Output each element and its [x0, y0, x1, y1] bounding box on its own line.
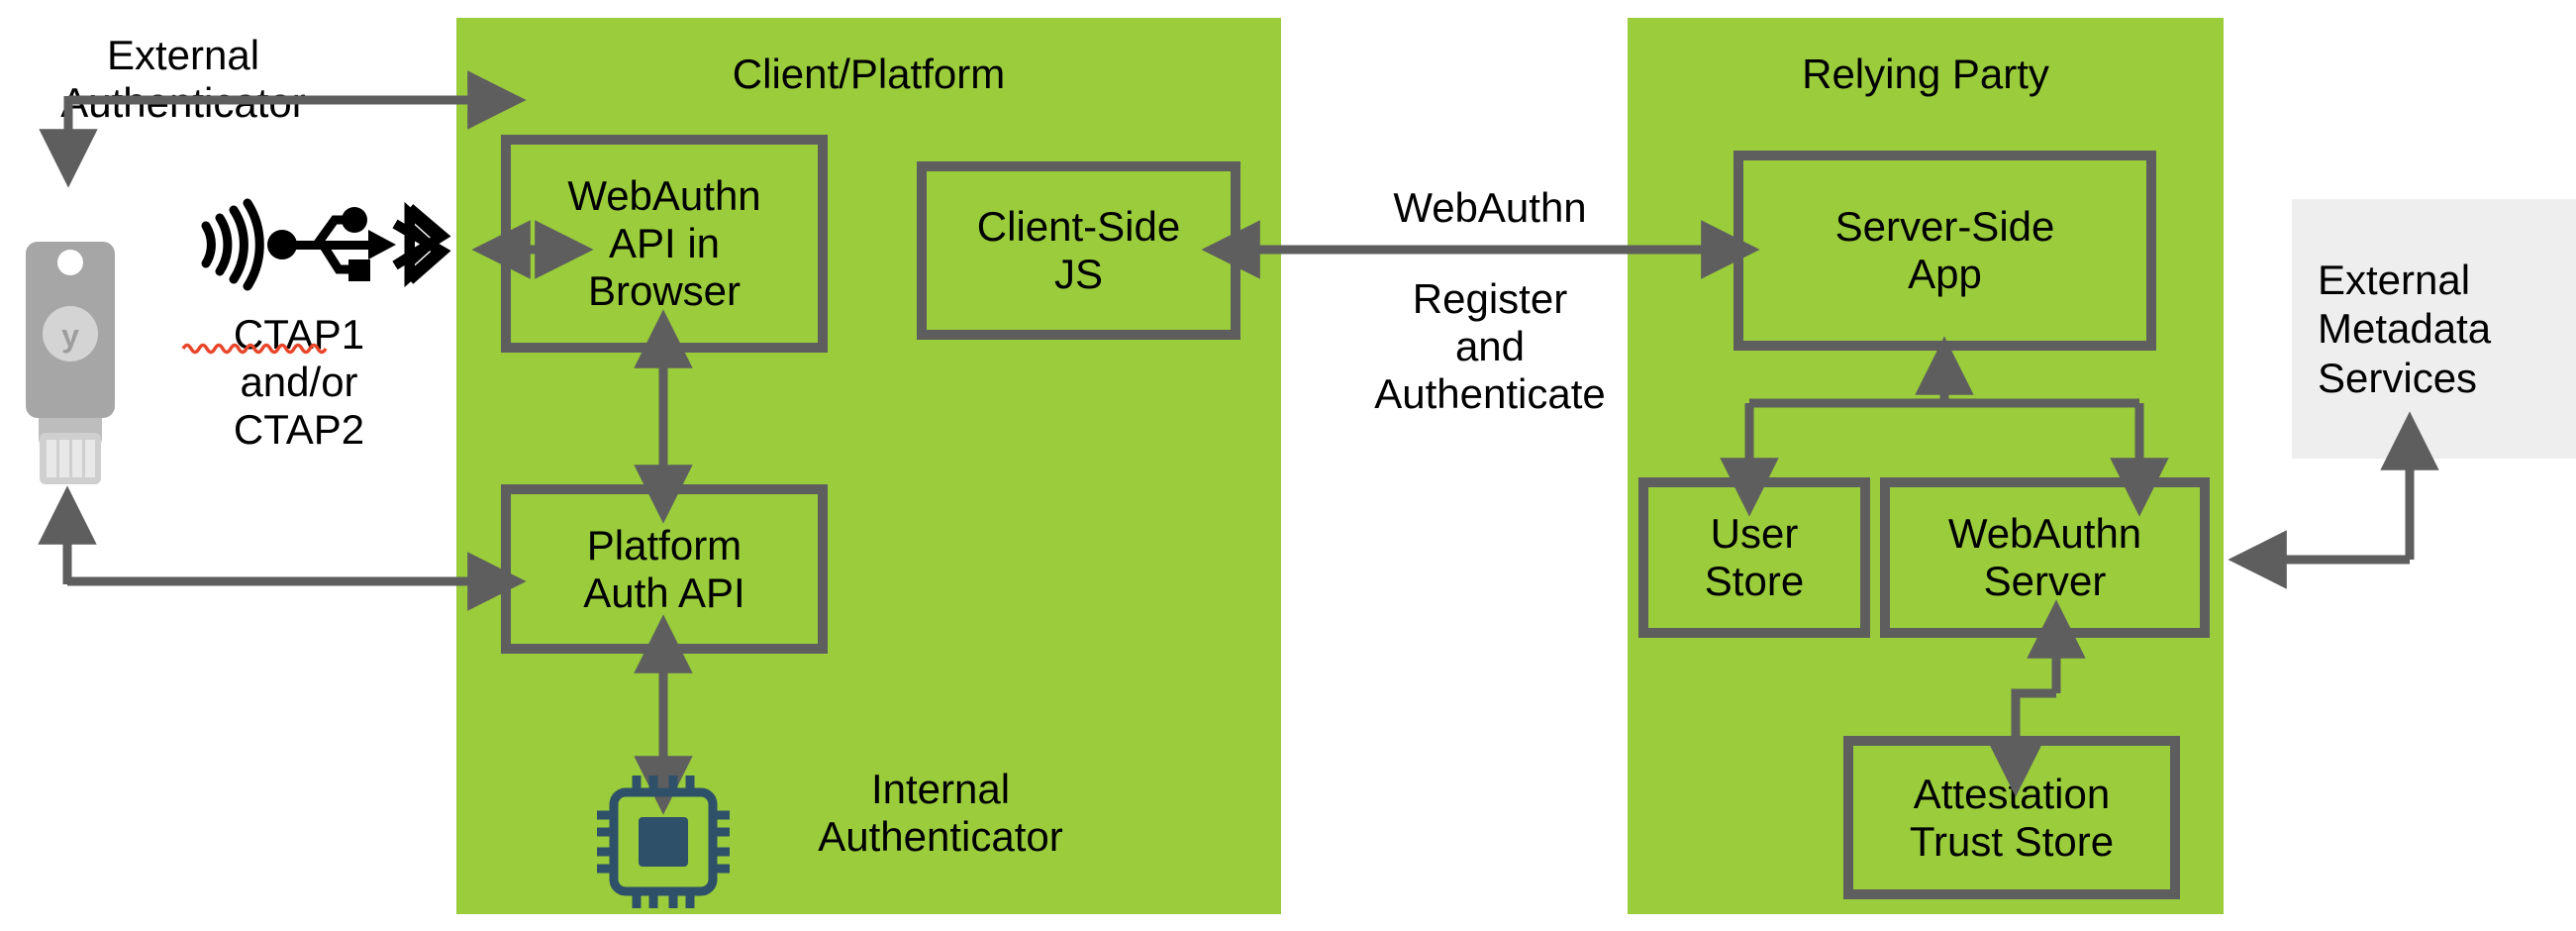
label-internal-authenticator: Internal Authenticator — [818, 766, 1063, 860]
security-key-icon[interactable]: y — [26, 242, 115, 484]
zone-relying-party-title: Relying Party — [1802, 51, 2049, 97]
node-line: Platform — [586, 521, 743, 569]
label-register-and-authenticate: Register and Authenticate — [1374, 275, 1606, 417]
node-line: Browser — [587, 266, 742, 314]
node-line: User — [1710, 510, 1799, 558]
node-platform-auth-api[interactable]: Platform Auth API — [501, 484, 828, 654]
node-attestation-trust-store[interactable]: Attestation Trust Store — [1843, 736, 2180, 899]
usb-icon — [267, 207, 396, 281]
node-client-side-js[interactable]: Client-Side JS — [917, 161, 1240, 340]
node-webauthn-api-in-browser[interactable]: WebAuthn API in Browser — [501, 135, 828, 353]
node-line: WebAuthn — [1947, 510, 2142, 558]
label-external-authenticator: External Authenticator — [60, 32, 306, 126]
node-webauthn-server[interactable]: WebAuthn Server — [1880, 477, 2210, 638]
bluetooth-icon — [392, 201, 451, 288]
nfc-waves-icon — [201, 198, 264, 291]
node-user-store[interactable]: User Store — [1638, 477, 1870, 638]
diagram-canvas: Client/Platform Relying Party WebAuthn A… — [0, 0, 2576, 931]
svg-text:y: y — [61, 318, 79, 354]
node-line: Client-Side — [976, 203, 1181, 251]
node-line: Store — [1704, 558, 1805, 604]
node-line: Server — [1983, 558, 2107, 604]
node-line: App — [1908, 251, 1982, 297]
node-line: Trust Store — [1909, 817, 2115, 865]
label-webauthn-link: WebAuthn — [1393, 184, 1587, 231]
node-line: Server-Side — [1834, 203, 2055, 251]
node-line: Attestation — [1913, 770, 2111, 817]
node-external-metadata-services[interactable]: External Metadata Services — [2292, 199, 2576, 459]
node-line: Metadata — [2318, 305, 2492, 353]
node-line: Services — [2318, 354, 2478, 401]
zone-client-platform-title: Client/Platform — [732, 51, 1006, 97]
node-line: API in — [608, 220, 721, 267]
node-line: External — [2318, 256, 2471, 303]
node-server-side-app[interactable]: Server-Side App — [1734, 151, 2156, 351]
label-ctap: CTAP1 and/or CTAP2 — [233, 311, 365, 453]
node-line: Auth API — [583, 569, 745, 616]
node-line: WebAuthn — [567, 172, 761, 220]
node-line: JS — [1053, 251, 1103, 297]
